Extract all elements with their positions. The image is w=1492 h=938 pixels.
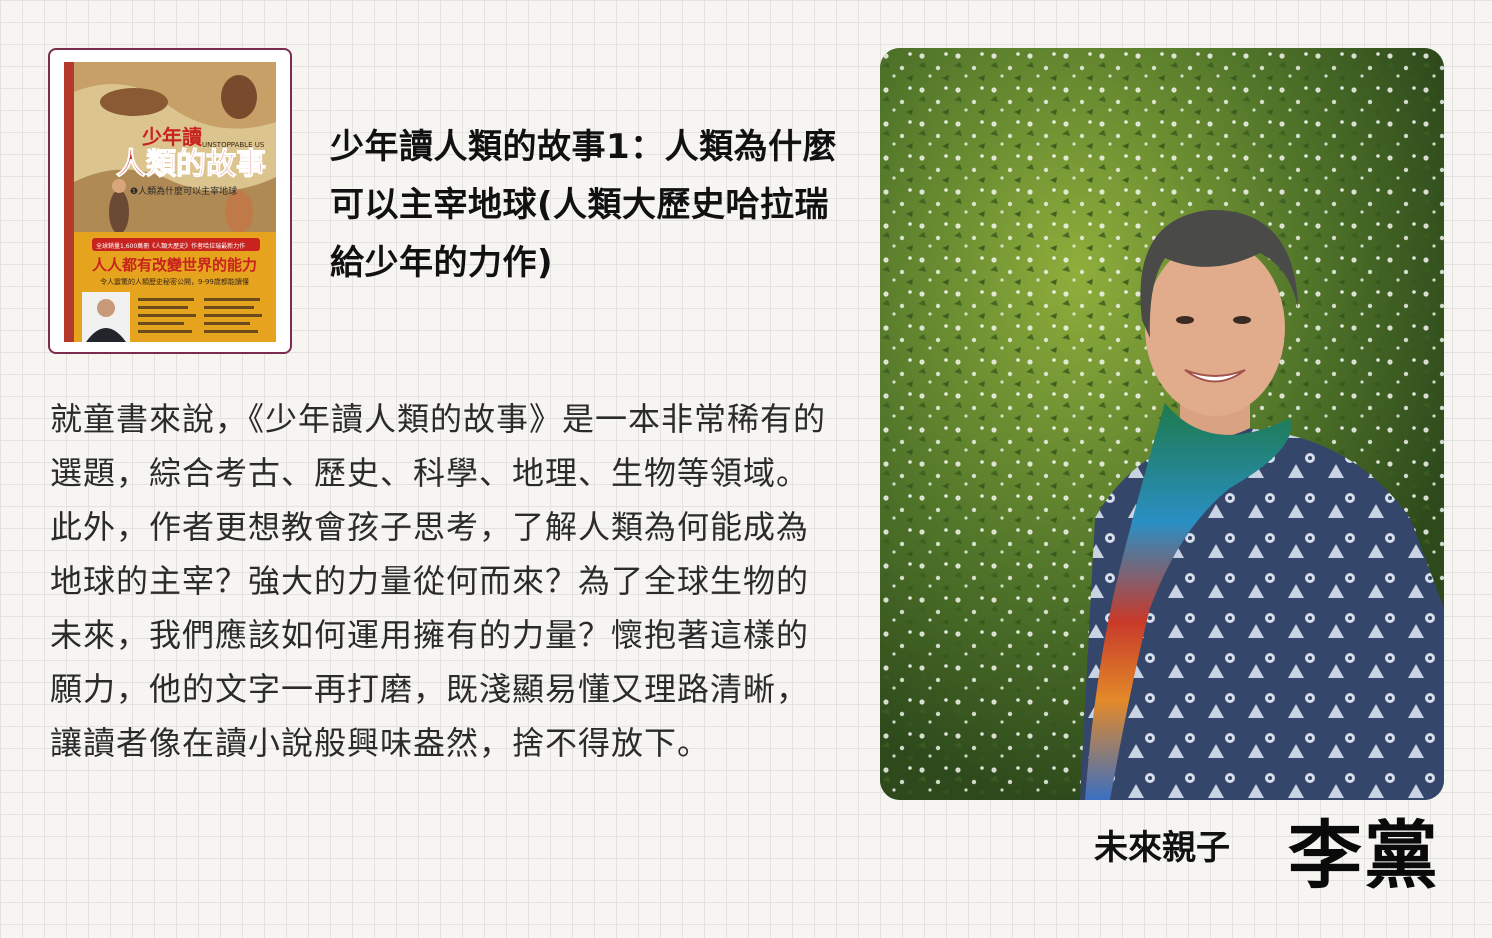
cover-banner-main: 人人都有改變世界的能力: [92, 256, 257, 274]
reviewer-photo: [880, 48, 1444, 800]
book-title: 少年讀人類的故事1：人類為什麼可以主宰地球(人類大歷史哈拉瑞給少年的力作): [330, 127, 838, 283]
reviewer-organization: 未來親子: [1094, 828, 1230, 868]
cover-subtitle-en: UNSTOPPABLE US: [202, 141, 265, 149]
cover-volume-subtitle: ❶人類為什麼可以主宰地球: [130, 185, 237, 197]
cover-title-line1: 少年讀: [141, 125, 202, 149]
cover-banner-top: 全球銷量1,600萬冊《人類大歷史》作者哈拉瑞最新力作: [96, 242, 245, 250]
cover-banner-sub: 令人震驚的人類歷史秘密公開，9-99歲都能讀懂: [100, 277, 249, 286]
book-cover-image: 少年讀 人類的故事 UNSTOPPABLE US ❶人類為什麼可以主宰地球 全球…: [64, 62, 276, 342]
cover-title-line2: 人類的故事: [116, 147, 266, 182]
book-cover-card: 少年讀 人類的故事 UNSTOPPABLE US ❶人類為什麼可以主宰地球 全球…: [48, 48, 292, 354]
reviewer-name: 李黨: [1288, 813, 1440, 899]
review-text: 就童書來說，《少年讀人類的故事》是一本非常稀有的選題，綜合考古、歷史、科學、地理…: [50, 400, 827, 762]
